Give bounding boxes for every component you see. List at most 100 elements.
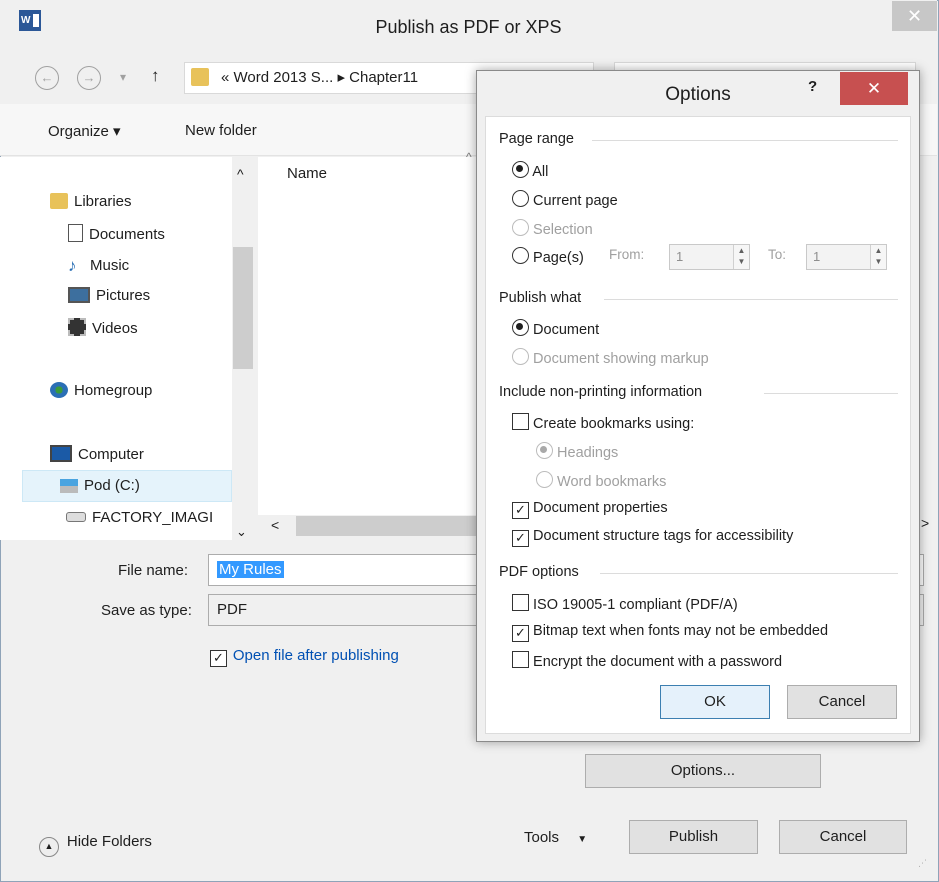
encrypt-checkbox[interactable]: Encrypt the document with a password — [512, 651, 782, 670]
checkbox-label: Document structure tags for accessibilit… — [533, 528, 794, 544]
navigation-scroll-thumb[interactable] — [233, 247, 253, 369]
divider — [604, 299, 898, 300]
cancel-button[interactable]: Cancel — [779, 820, 907, 854]
radio-label: Document showing markup — [533, 351, 709, 367]
hide-folders-button[interactable]: ▲ Hide Folders — [39, 833, 152, 857]
sidebar-item-homegroup[interactable]: Homegroup — [50, 382, 152, 399]
checkbox-box: ✓ — [512, 530, 529, 547]
collapse-icon: ▲ — [39, 837, 59, 857]
sidebar-item-pictures[interactable]: Pictures — [68, 287, 150, 304]
to-spin-arrows[interactable]: ▲ ▼ — [870, 245, 886, 269]
checkbox-box — [512, 413, 529, 430]
pictures-icon — [68, 287, 90, 303]
resize-grip-icon[interactable]: ⋰ — [918, 858, 932, 872]
forward-button[interactable]: → — [77, 66, 101, 90]
publish-button[interactable]: Publish — [629, 820, 758, 854]
radio-indicator — [512, 319, 529, 336]
help-button[interactable]: ? — [808, 78, 817, 95]
organize-button[interactable]: Organize ▾ — [48, 122, 121, 140]
options-close-button[interactable]: ✕ — [840, 72, 908, 105]
horizontal-scroll-thumb[interactable] — [296, 516, 486, 536]
scroll-left-arrow[interactable]: < — [271, 517, 279, 533]
page-range-all-radio[interactable]: All — [512, 161, 548, 180]
open-after-publishing-checkbox[interactable]: ✓ Open file after publishing — [210, 647, 399, 667]
structure-tags-checkbox[interactable]: ✓ Document structure tags for accessibil… — [512, 528, 793, 547]
sidebar-item-label: FACTORY_IMAGI — [92, 509, 214, 526]
radio-label: Word bookmarks — [557, 474, 667, 490]
document-properties-checkbox[interactable]: ✓ Document properties — [512, 500, 668, 519]
spin-up-icon: ▲ — [874, 246, 883, 255]
page-range-selection-radio: Selection — [512, 219, 593, 238]
sidebar-item-label: Documents — [89, 226, 165, 243]
bookmarks-word-radio: Word bookmarks — [536, 471, 666, 490]
radio-label: Current page — [533, 193, 618, 209]
page-range-current-radio[interactable]: Current page — [512, 190, 618, 209]
radio-label: Page(s) — [533, 250, 584, 266]
radio-indicator — [536, 442, 553, 459]
non-printing-heading: Include non-printing information — [499, 384, 703, 400]
close-button[interactable]: ✕ — [892, 1, 937, 31]
from-spin-arrows[interactable]: ▲ ▼ — [733, 245, 749, 269]
scroll-right-arrow[interactable]: > — [921, 515, 929, 531]
spin-down-icon: ▼ — [737, 257, 746, 266]
hide-folders-label: Hide Folders — [66, 833, 152, 850]
drive-icon — [60, 479, 78, 493]
sidebar-item-pod-c[interactable]: Pod (C:) — [60, 477, 140, 494]
name-column-header[interactable]: Name — [287, 165, 327, 182]
open-after-publishing-label: Open file after publishing — [232, 647, 399, 664]
libraries-icon — [50, 193, 68, 209]
page-range-heading: Page range — [499, 131, 574, 147]
iso-compliant-checkbox[interactable]: ISO 19005-1 compliant (PDF/A) — [512, 594, 738, 613]
publish-what-heading: Publish what — [499, 290, 582, 306]
options-cancel-button[interactable]: Cancel — [787, 685, 897, 719]
sidebar-item-label: Computer — [78, 446, 144, 463]
checkbox-label: Encrypt the document with a password — [533, 654, 783, 670]
checkbox-label: Document properties — [533, 500, 668, 516]
sidebar-item-factory-image[interactable]: FACTORY_IMAGI — [66, 509, 232, 526]
new-folder-button[interactable]: New folder — [185, 122, 257, 139]
pdf-options-heading: PDF options — [499, 564, 579, 580]
bitmap-text-checkbox[interactable]: ✓ Bitmap text when fonts may not be embe… — [512, 623, 828, 642]
sidebar-item-label: Pictures — [96, 287, 151, 304]
computer-icon — [50, 445, 72, 462]
sidebar-item-documents[interactable]: Documents — [68, 224, 165, 243]
sidebar-item-label: Libraries — [74, 193, 132, 210]
save-as-type-value: PDF — [217, 601, 247, 618]
to-value: 1 — [813, 249, 821, 264]
tools-caret-icon: ▼ — [577, 834, 588, 845]
sidebar-item-computer[interactable]: Computer — [50, 445, 144, 463]
music-icon: ♪ — [68, 256, 77, 275]
radio-label: Headings — [557, 445, 619, 461]
radio-indicator — [512, 348, 529, 365]
page-range-pages-radio[interactable]: Page(s) — [512, 247, 584, 266]
sidebar-item-libraries[interactable]: Libraries — [50, 193, 132, 210]
scroll-up-arrow[interactable]: ^ — [237, 166, 244, 182]
dialog-title: Publish as PDF or XPS — [375, 17, 562, 37]
sort-ascending-icon: ^ — [466, 150, 472, 164]
sidebar-item-label: Homegroup — [74, 382, 153, 399]
recent-locations-dropdown[interactable]: ▾ — [120, 70, 126, 84]
file-name-value: My Rules — [217, 561, 284, 578]
tools-button[interactable]: Tools ▼ — [524, 829, 587, 846]
sidebar-item-music[interactable]: ♪ Music — [68, 256, 129, 275]
sidebar-item-label: Pod (C:) — [84, 477, 140, 494]
back-button[interactable]: ← — [35, 66, 59, 90]
save-as-type-label: Save as type: — [101, 602, 192, 619]
publish-document-radio[interactable]: Document — [512, 319, 599, 338]
divider — [764, 393, 898, 394]
documents-icon — [68, 224, 83, 242]
drive-icon — [66, 512, 86, 522]
sidebar-item-label: Videos — [92, 320, 138, 337]
checkbox-box — [512, 651, 529, 668]
ok-button[interactable]: OK — [660, 685, 770, 719]
tools-label: Tools — [524, 829, 560, 846]
sidebar-item-videos[interactable]: Videos — [68, 318, 138, 337]
scroll-down-arrow[interactable]: ⌄ — [236, 524, 247, 540]
options-button[interactable]: Options... — [585, 754, 821, 788]
radio-indicator — [536, 471, 553, 488]
up-button[interactable]: ↑ — [151, 66, 160, 86]
create-bookmarks-checkbox[interactable]: Create bookmarks using: — [512, 413, 694, 432]
file-list[interactable] — [258, 157, 488, 515]
checkbox-label: ISO 19005-1 compliant (PDF/A) — [533, 597, 738, 613]
radio-label: All — [532, 164, 549, 180]
